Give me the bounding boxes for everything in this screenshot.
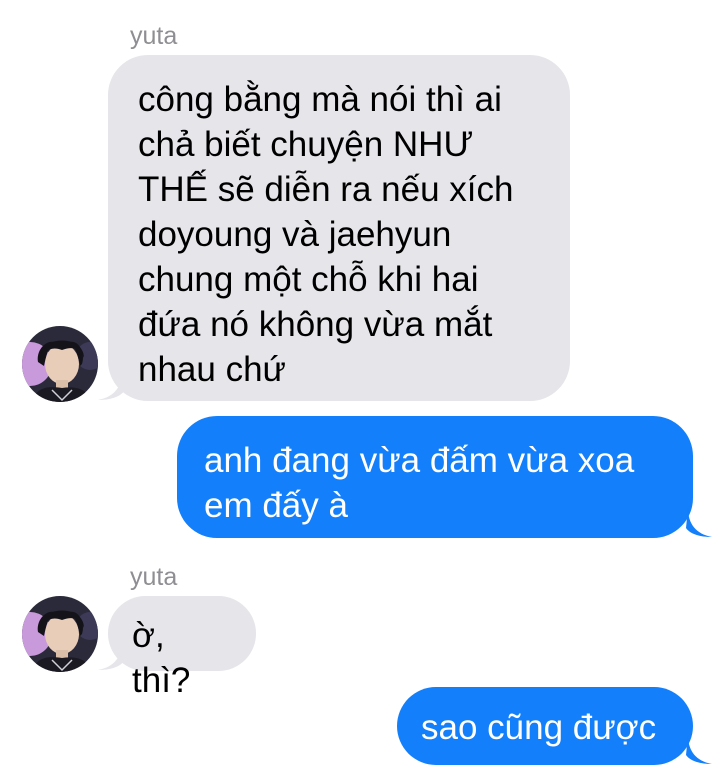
incoming-message-bubble[interactable]: công bằng mà nói thì ai chả biết chuyện …	[108, 55, 570, 401]
contact-avatar[interactable]	[22, 326, 98, 402]
bubble-tail-icon	[686, 735, 712, 764]
contact-avatar[interactable]	[22, 596, 98, 672]
outgoing-message-bubble[interactable]: anh đang vừa đấm vừa xoa em đấy à	[177, 416, 693, 538]
outgoing-message-bubble[interactable]: sao cũng được	[397, 687, 693, 765]
bubble-tail-icon	[98, 641, 124, 670]
bubble-tail-icon	[686, 508, 712, 537]
sender-name: yuta	[130, 563, 178, 591]
avatar-photo-icon	[22, 596, 98, 672]
sender-name: yuta	[130, 22, 178, 50]
bubble-tail-icon	[98, 371, 124, 400]
incoming-message-bubble[interactable]: ờ, thì?	[108, 596, 256, 700]
avatar-photo-icon	[22, 326, 98, 402]
